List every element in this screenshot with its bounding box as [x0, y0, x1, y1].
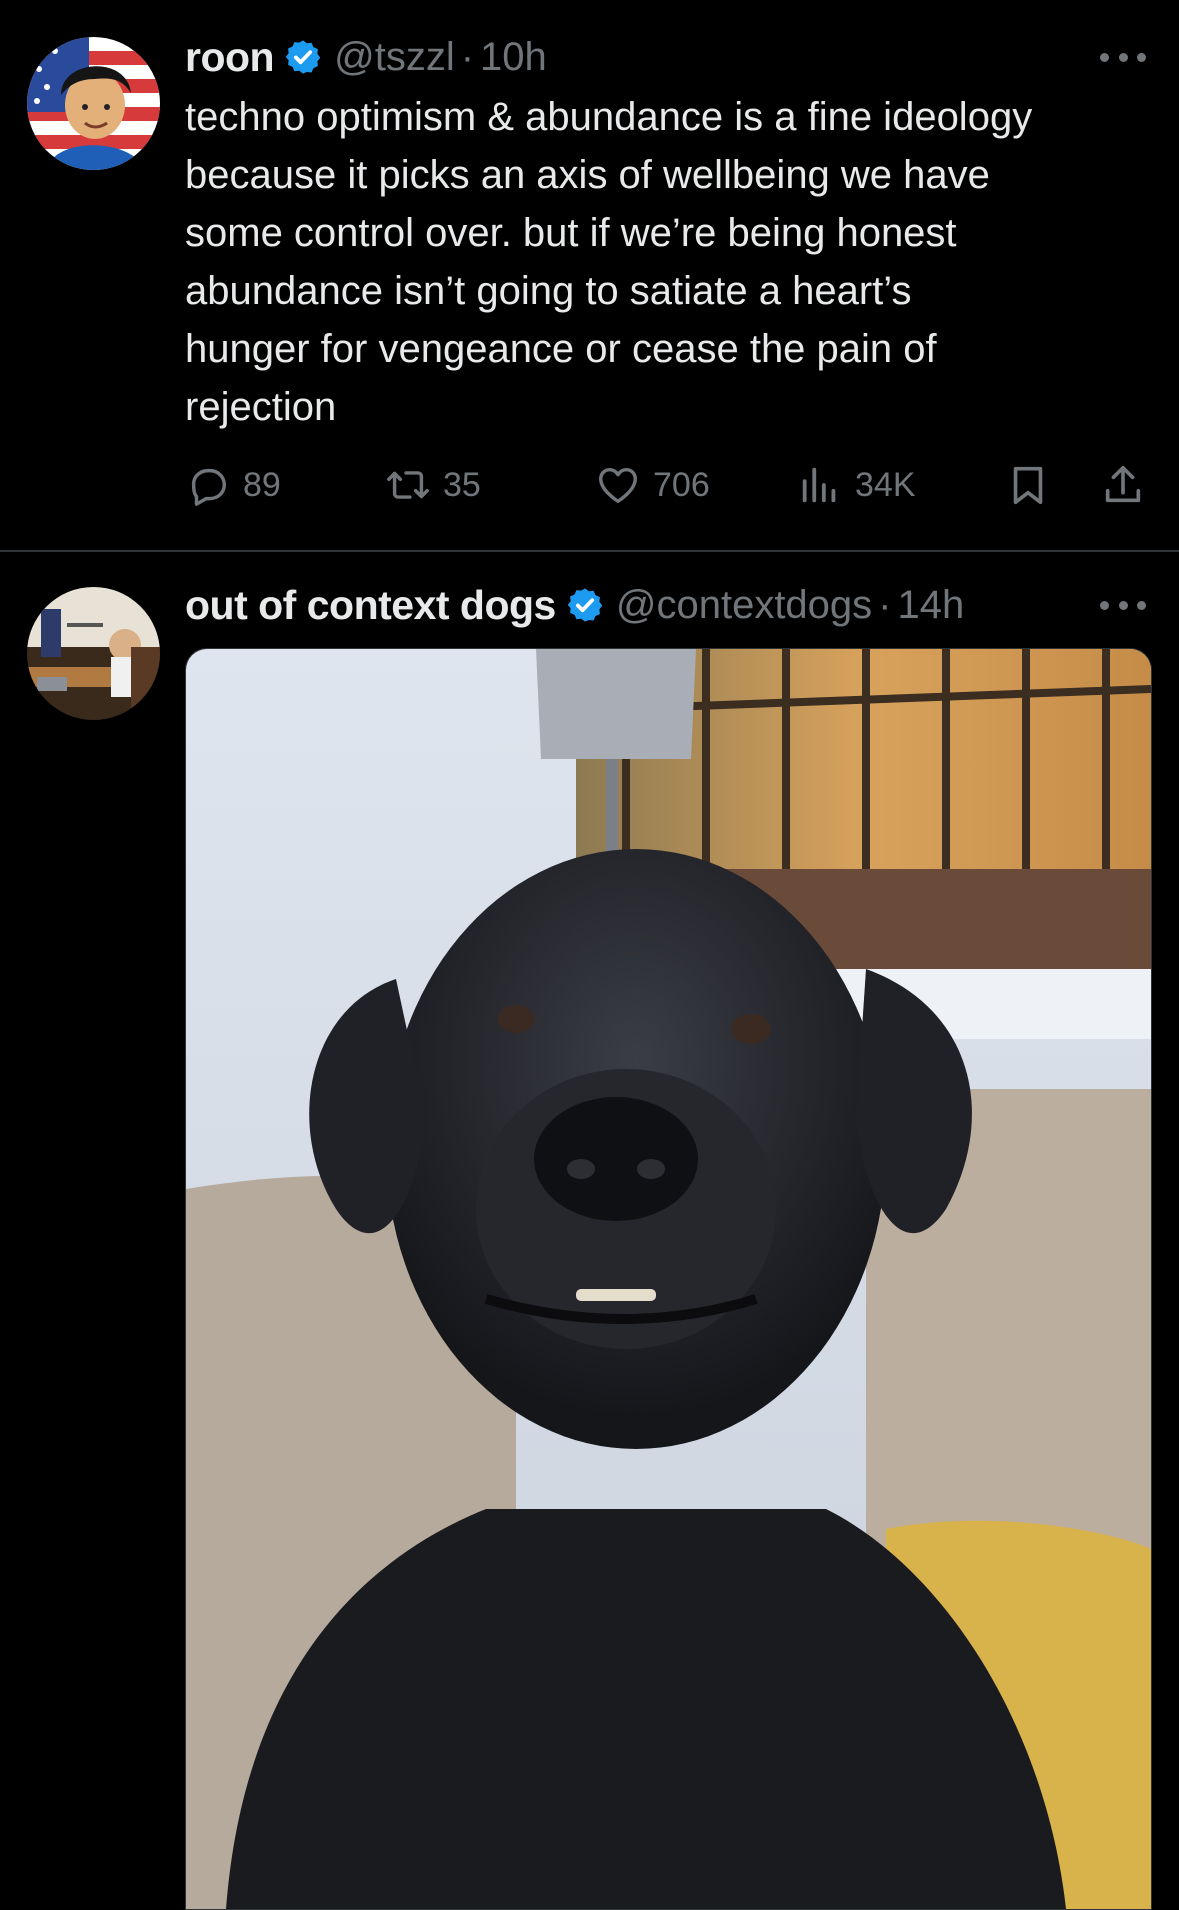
bookmark-icon: [1013, 466, 1043, 505]
avatar[interactable]: [27, 587, 160, 720]
avatar-image: [27, 587, 160, 720]
reply-icon: [191, 468, 227, 506]
verified-badge-icon: [285, 40, 321, 74]
separator: ·: [460, 34, 475, 79]
like-count: 706: [653, 465, 710, 504]
handle[interactable]: @contextdogs: [616, 583, 872, 628]
action-bar: 89 35 706 34K: [185, 455, 1145, 515]
divider: [0, 550, 1179, 552]
bookmark-button[interactable]: [1005, 455, 1051, 515]
handle[interactable]: @tszzl: [334, 35, 455, 80]
repost-icon: [387, 471, 429, 499]
verified-badge-icon: [567, 588, 603, 622]
avatar[interactable]: [27, 37, 160, 170]
share-button[interactable]: [1100, 455, 1146, 515]
reply-button[interactable]: 89: [185, 455, 281, 515]
like-icon: [599, 467, 637, 504]
separator: ·: [878, 582, 892, 627]
tweet[interactable]: out of context dogs @contextdogs · 14h: [0, 553, 1179, 1910]
views-count: 34K: [855, 465, 916, 504]
more-icon[interactable]: [1100, 50, 1146, 64]
timestamp[interactable]: 14h: [898, 583, 965, 628]
tweet-text: techno optimism & abundance is a fine id…: [185, 95, 1033, 429]
more-icon[interactable]: [1100, 598, 1146, 612]
share-icon: [1105, 465, 1141, 503]
tweet-header: roon @tszzl · 10h: [185, 32, 547, 82]
dog-photo: [186, 649, 1151, 1909]
views-icon: [802, 467, 836, 503]
timestamp[interactable]: 10h: [480, 35, 547, 80]
tweet-media-photo[interactable]: [185, 648, 1152, 1910]
avatar-image: [27, 37, 160, 170]
like-button[interactable]: 706: [595, 455, 710, 515]
reply-count: 89: [243, 465, 281, 504]
tweet[interactable]: roon @tszzl · 10h techno optimism & abun…: [0, 0, 1179, 550]
views-button[interactable]: 34K: [797, 455, 916, 515]
repost-count: 35: [443, 465, 481, 504]
display-name[interactable]: roon: [185, 34, 275, 81]
tweet-header: out of context dogs @contextdogs · 14h: [185, 580, 964, 630]
display-name[interactable]: out of context dogs: [185, 582, 556, 629]
repost-button[interactable]: 35: [385, 455, 481, 515]
